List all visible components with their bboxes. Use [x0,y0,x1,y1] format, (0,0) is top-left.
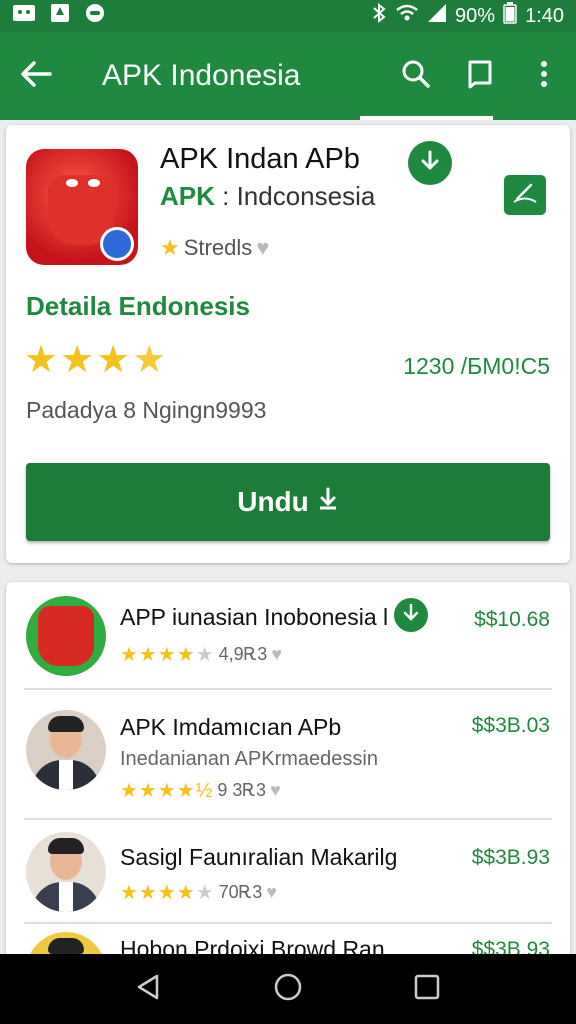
list-item-rating: ★★★★★ 4,9Ꭱ3 ♥ [120,642,282,667]
download-arrow-icon [402,603,420,628]
back-arrow-icon [20,60,52,93]
clock: 1:40 [525,4,564,27]
pin-icon [50,3,70,29]
list-item-title: Sasigl Faunıralian Makarilg [120,844,398,870]
app-icon[interactable] [26,149,138,265]
app-title: APK Indan APb [160,143,360,175]
battery-icon [503,2,517,30]
list-item-rating: ★★★★★ 70Ꭱ3 ♥ [120,880,277,905]
download-count: 1230 /БМ0!С5 [403,353,550,379]
app-subtitle-brand: APK [160,181,215,211]
install-button[interactable]: Undu [26,463,550,541]
back-triangle-icon [135,973,163,1006]
list-item-rating: ★★★★½ 9 3Ꭱ3 ♥ [120,778,281,803]
list-item-title: APP iunasian Inobonesia l [120,604,389,630]
app-subtitle-rest: : Indconsesia [214,181,376,211]
install-label: Undu [237,486,309,517]
heart-icon[interactable]: ♥ [266,882,277,903]
section-heading: Detaila Endonesis [26,291,250,321]
featured-app-card[interactable]: APK Indan APb APK : Indconsesia ★ Stredl… [6,125,570,563]
back-button[interactable] [0,32,72,120]
app-badge-icon [100,227,134,261]
rating-count: 4,9Ꭱ3 [218,644,268,664]
more-options-button[interactable] [512,32,576,120]
rating-count: 70Ꭱ3 [218,882,263,902]
rating-count: 9 3Ꭱ3 [217,780,267,800]
more-vert-icon [540,60,548,93]
bluetooth-icon [371,2,387,29]
star-icon: ★ [160,235,180,260]
home-circle-icon [273,972,303,1007]
list-item-price: $$10.68 [474,608,550,631]
download-button[interactable] [408,141,452,185]
list-item[interactable]: APK Imdamıcıan APb Inedanianan APKrmaede… [6,690,570,820]
app-info: Padadya 8 Ngingn9993 [26,397,267,423]
app-meta-text: Stredls [183,235,253,260]
rating-stars: ★★★★ [24,339,169,381]
status-bar: 90% 1:40 [0,0,576,32]
star-rating-icon: ★★★★★ [120,882,215,904]
bookmark-button[interactable] [448,32,512,120]
notification-icon [12,3,36,29]
avatar [26,832,106,912]
list-item-price: $$3B.93 [471,846,550,869]
avatar [26,710,106,790]
wifi-icon [395,3,419,29]
app-list: APP iunasian Inobonesia l ★★★★★ 4,9Ꭱ3 ♥ … [6,582,570,962]
list-item-price: $$3B.03 [471,714,550,737]
tab-indicator [360,116,493,120]
star-rating-icon: ★★★★★ [120,644,215,666]
app-meta: ★ Stredls ♥ [160,235,269,261]
nav-back-button[interactable] [129,969,169,1009]
recents-square-icon [414,974,440,1005]
list-item[interactable]: Sasigl Faunıralian Makarilg ★★★★★ 70Ꭱ3 ♥… [6,820,570,924]
download-button[interactable] [394,598,428,632]
nav-home-button[interactable] [268,969,308,1009]
list-item-subtitle: Inedanianan APKrmaedessin [120,748,378,770]
heart-icon[interactable]: ♥ [256,235,269,261]
edit-icon [511,179,539,212]
heart-icon[interactable]: ♥ [271,644,282,665]
signal-icon [427,3,447,29]
bookmark-icon [467,59,493,94]
heart-icon[interactable]: ♥ [270,780,281,801]
search-icon [401,59,431,94]
list-item[interactable]: APP iunasian Inobonesia l ★★★★★ 4,9Ꭱ3 ♥ … [6,582,570,690]
app-icon [26,596,106,676]
system-nav-bar [0,954,576,1024]
search-button[interactable] [384,32,448,120]
battery-percent: 90% [455,4,496,27]
list-item-title: APK Imdamıcıan APb [120,714,342,740]
download-arrow-icon [419,149,441,178]
download-icon [317,486,339,518]
nav-recents-button[interactable] [407,969,447,1009]
page-title: APK Indonesia [102,59,301,92]
star-rating-icon: ★★★★½ [120,780,214,802]
record-icon [84,3,106,29]
app-bar: APK Indonesia [0,32,576,120]
app-subtitle: APK : Indconsesia [160,181,375,212]
edit-button[interactable] [504,175,546,215]
